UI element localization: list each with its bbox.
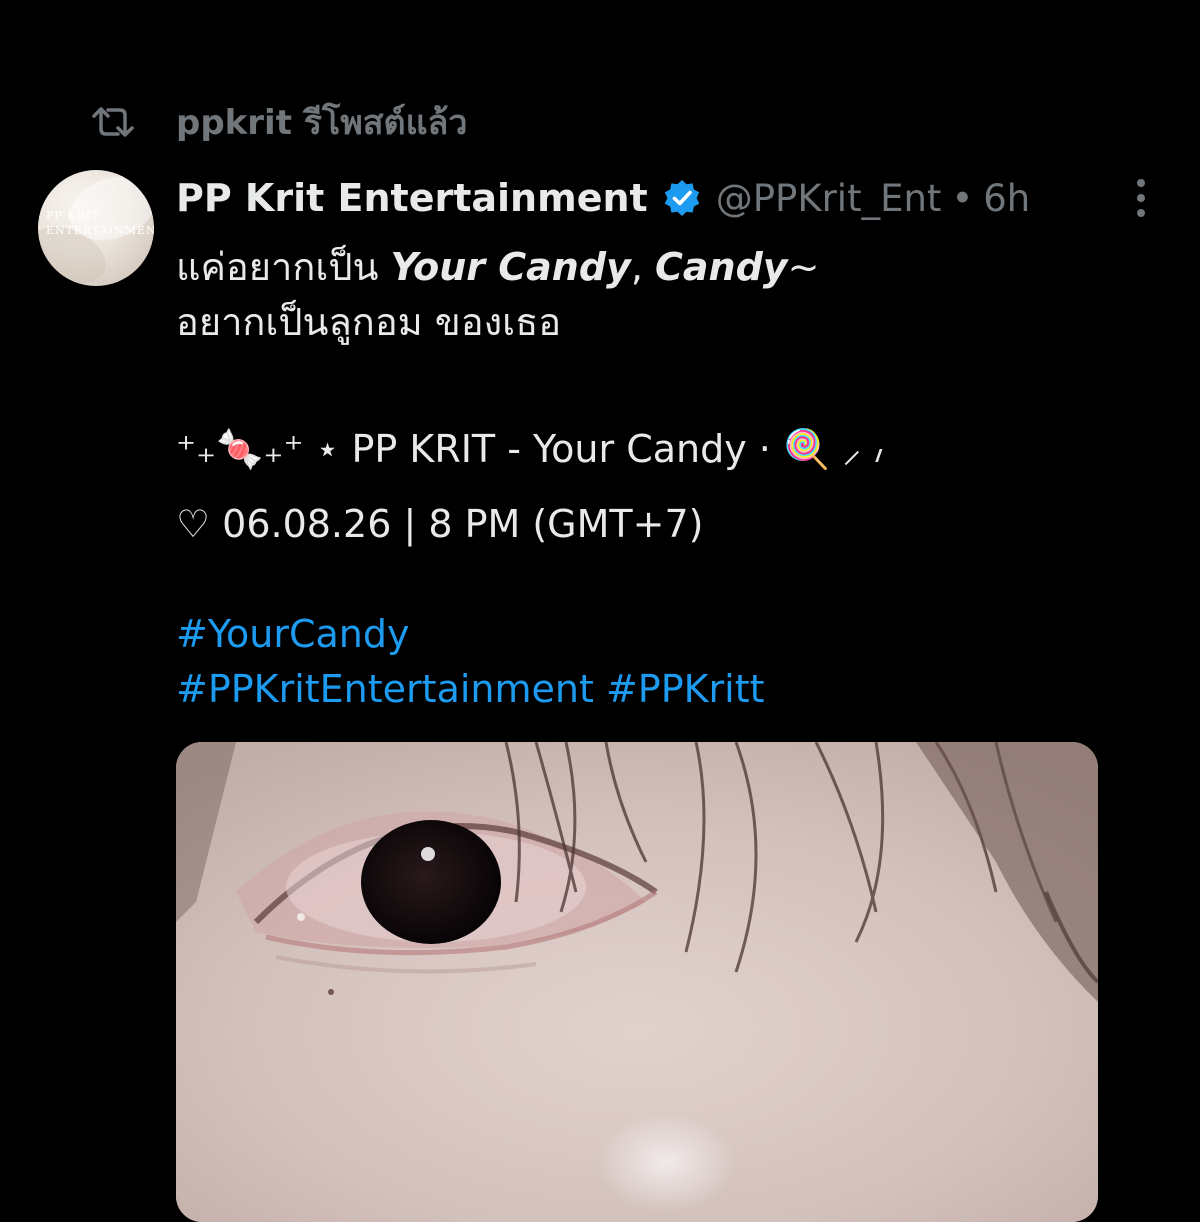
- post-header: PP Krit Entertainment @PPKrit_Ent • 6h: [176, 168, 1030, 228]
- more-options-icon[interactable]: [1126, 176, 1156, 220]
- post-media-image[interactable]: [176, 742, 1098, 1222]
- post-line-4: ♡ 06.08.26 | 8 PM (GMT+7): [176, 502, 704, 546]
- avatar[interactable]: PP KRIT ENTERTAINMENT: [38, 170, 154, 286]
- avatar-logo-line1: PP KRIT: [46, 209, 100, 222]
- post-line-3: ⁺₊🍬₊⁺ ⋆ PP KRIT - Your Candy · 🍭 ⸝ ៸: [176, 427, 885, 471]
- separator-dot: •: [951, 176, 974, 220]
- hashtag-ppkritentertainment[interactable]: #PPKritEntertainment: [176, 667, 594, 711]
- verified-badge-icon[interactable]: [662, 177, 704, 219]
- hashtag-ppkritt[interactable]: #PPKritt: [606, 667, 765, 711]
- post-line-1-comma: ,: [630, 245, 655, 289]
- hashtag-line-2: #PPKritEntertainment #PPKritt: [176, 662, 1136, 717]
- repost-indicator[interactable]: ppkrit รีโพสต์แล้ว: [90, 96, 467, 148]
- post-line-1-prefix: แค่อยากเป็น: [176, 245, 391, 289]
- post-line-2: อยากเป็นลูกอม ของเธอ: [176, 300, 562, 344]
- media-photo-illustration: [176, 742, 1098, 1222]
- post-blank-line-2: [176, 552, 1136, 607]
- avatar-logo-text: PP KRIT ENTERTAINMENT: [46, 208, 154, 238]
- timestamp[interactable]: 6h: [983, 177, 1030, 220]
- repost-icon: [90, 102, 140, 142]
- post-text: แค่อยากเป็น Your Candy, Candy~ อยากเป็นล…: [176, 240, 1136, 717]
- post-line-1-emphasis-2: Candy: [655, 245, 788, 289]
- display-name[interactable]: PP Krit Entertainment: [176, 176, 648, 220]
- hashtag-yourcandy[interactable]: #YourCandy: [176, 612, 409, 656]
- hashtag-line-1: #YourCandy: [176, 607, 1136, 662]
- post-line-1-suffix: ~: [787, 245, 820, 289]
- avatar-logo-line2: ENTERTAINMENT: [46, 224, 154, 237]
- handle[interactable]: @PPKrit_Ent: [716, 177, 942, 220]
- post-line-1-emphasis-1: Your Candy: [390, 245, 631, 289]
- post-line-1: แค่อยากเป็น Your Candy, Candy~: [176, 240, 1136, 295]
- repost-label[interactable]: ppkrit รีโพสต์แล้ว: [176, 95, 467, 149]
